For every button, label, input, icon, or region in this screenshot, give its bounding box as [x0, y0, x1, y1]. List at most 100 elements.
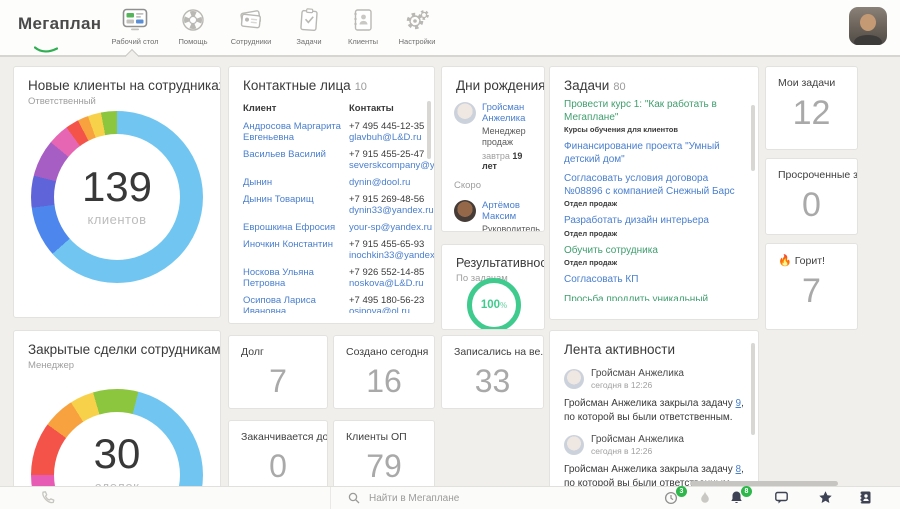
contact-email-link[interactable]: inochkin33@yandex...	[349, 250, 426, 261]
gears-icon	[390, 5, 444, 33]
task-link[interactable]: Финансирование проекта "Умный детский до…	[564, 141, 744, 166]
client-link[interactable]: Носкова Ульяна Петровна	[243, 267, 349, 289]
contact-email-link[interactable]: noskova@L&D.ru	[349, 278, 426, 289]
person-avatar[interactable]	[564, 369, 584, 389]
counter-burning-tasks[interactable]: 🔥Горит! 7	[765, 243, 858, 330]
contacts-table-header: Клиент Контакты	[229, 93, 434, 119]
task-item: Финансирование проекта "Умный детский до…	[564, 141, 744, 166]
counter-sales-dept-clients[interactable]: Клиенты ОП 79	[333, 420, 435, 494]
star-icon[interactable]	[818, 490, 834, 506]
nav-item-desktop[interactable]: Рабочий стол	[104, 5, 166, 46]
feed-item: Гройсман Анжелика сегодня в 12:26 Гройсм…	[564, 368, 744, 425]
column-client: Клиент	[243, 103, 349, 114]
user-avatar[interactable]	[849, 7, 887, 45]
task-item: Провести курс 1: "Как работать в Мегапла…	[564, 99, 744, 134]
nav-item-help[interactable]: Помощь	[166, 5, 220, 46]
contact-email-link[interactable]: dynin33@yandex.ru	[349, 205, 426, 216]
client-link[interactable]: Васильев Василий	[243, 149, 349, 171]
task-link[interactable]: Разработать дизайн интерьера	[564, 215, 744, 228]
counter-my-tasks[interactable]: Мои задачи 12	[765, 66, 858, 150]
activity-feed-widget: Лента активности Гройсман Анжелика сегод…	[549, 330, 759, 493]
widget-count: 80	[613, 81, 625, 93]
contact-email-link[interactable]: osipova@ol.ru	[349, 306, 426, 313]
bell-badge: 8	[741, 486, 752, 497]
counter-value: 33	[442, 363, 543, 400]
person-role: Менеджер продаж	[482, 126, 536, 147]
nav-item-tasks[interactable]: Задачи	[282, 5, 336, 46]
clock-badge: 3	[676, 486, 687, 497]
widget-title: Результативность	[442, 245, 544, 270]
global-search[interactable]	[348, 487, 591, 509]
nav-item-employees[interactable]: Сотрудники	[220, 5, 282, 46]
app-logo[interactable]: Мегаплан	[18, 14, 101, 34]
contact-phone: +7 915 455-25-47	[349, 149, 426, 160]
new-clients-donut-chart[interactable]	[31, 111, 203, 283]
counter-value: 16	[334, 363, 434, 400]
person-link[interactable]: Гройсман Анжелика	[482, 102, 536, 124]
counter-title: Просроченные за...	[766, 159, 857, 181]
counter-value: 79	[334, 448, 434, 485]
contact-row: Еврошкина Ефросия your-sp@yandex.ru	[243, 222, 426, 233]
counter-value: 7	[766, 272, 857, 311]
feed-person-name[interactable]: Гройсман Анжелика	[591, 434, 684, 445]
feed-person-name[interactable]: Гройсман Анжелика	[591, 368, 684, 379]
tasks-scrollbar[interactable]	[751, 105, 755, 171]
person-avatar[interactable]	[454, 200, 476, 222]
contact-email-link[interactable]: your-sp@yandex.ru	[349, 222, 426, 233]
contacts-book-icon[interactable]	[858, 490, 874, 506]
contact-phone: +7 495 445-12-35	[349, 121, 426, 132]
counter-expiring-contracts[interactable]: Заканчивается до... 0	[228, 420, 328, 494]
search-input[interactable]	[367, 492, 591, 505]
client-link[interactable]: Иночкин Константин	[243, 239, 349, 261]
performance-widget: Результативность По задачам 100%	[441, 244, 545, 330]
task-project: Отдел продаж	[564, 258, 744, 267]
feed-scrollbar[interactable]	[751, 343, 755, 435]
counter-title: Долг	[229, 336, 327, 358]
counter-overdue-tasks[interactable]: Просроченные за... 0	[765, 158, 858, 235]
phone-icon[interactable]	[40, 490, 55, 509]
contacts-scrollbar[interactable]	[427, 101, 431, 159]
birthdays-widget: Дни рождения Гройсман Анжелика Менеджер …	[441, 66, 545, 232]
client-link[interactable]: Осипова Лариса Ивановна	[243, 295, 349, 313]
horizontal-scrollbar[interactable]	[690, 481, 838, 486]
chat-icon[interactable]	[774, 490, 790, 506]
contact-row: Андросова Маргарита Евгеньевна +7 495 44…	[243, 121, 426, 143]
bell-icon[interactable]: 8	[729, 490, 745, 506]
task-item: Разработать дизайн интерьера Отдел прода…	[564, 215, 744, 238]
task-link[interactable]: Просьба продлить уникальный договор комп…	[564, 294, 744, 302]
task-link[interactable]: Согласовать КП	[564, 274, 744, 287]
person-link[interactable]: Артёмов Максим	[482, 200, 536, 222]
performance-ring-chart[interactable]: 100%	[467, 278, 521, 330]
contact-email-link[interactable]: severskcompany@y...	[349, 160, 426, 171]
counter-debt[interactable]: Долг 7	[228, 335, 328, 409]
task-item: Согласовать КП	[564, 274, 744, 287]
nav-item-clients[interactable]: Клиенты	[336, 5, 390, 46]
person-avatar[interactable]	[454, 102, 476, 124]
task-item: Обучить сотрудника Отдел продаж	[564, 245, 744, 268]
feed-time: сегодня в 12:26	[591, 380, 684, 390]
counter-webinar-signups[interactable]: Записались на ве... 33	[441, 335, 544, 409]
person-avatar[interactable]	[564, 435, 584, 455]
contacts-widget: Контактные лица10 Клиент Контакты Андрос…	[228, 66, 435, 324]
contact-email-link[interactable]: dynin@dool.ru	[349, 177, 426, 188]
client-link[interactable]: Дынин	[243, 177, 349, 188]
task-project: Отдел продаж	[564, 199, 744, 208]
logo-swoosh-icon	[34, 46, 58, 53]
task-link[interactable]: Провести курс 1: "Как работать в Мегапла…	[564, 99, 744, 124]
flame-icon[interactable]	[698, 490, 714, 506]
widget-title: Контактные лица	[243, 78, 351, 93]
history-clock-icon[interactable]: 3	[664, 490, 680, 506]
task-link[interactable]: Согласовать условия договора №08896 с ко…	[564, 173, 744, 198]
counter-created-today[interactable]: Создано сегодня 16	[333, 335, 435, 409]
feed-time: сегодня в 12:26	[591, 446, 684, 456]
new-clients-widget: Новые клиенты на сотрудниках компани... …	[13, 66, 221, 318]
client-link[interactable]: Андросова Маргарита Евгеньевна	[243, 121, 349, 143]
contact-email-link[interactable]: glavbuh@L&D.ru	[349, 132, 426, 143]
task-project: Курсы обучения для клиентов	[564, 125, 744, 134]
nav-item-settings[interactable]: Настройки	[390, 5, 444, 46]
client-link[interactable]: Дынин Товарищ	[243, 194, 349, 216]
contact-phone: +7 915 455-65-93	[349, 239, 426, 250]
task-link[interactable]: Обучить сотрудника	[564, 245, 744, 258]
birthday-item: Гройсман Анжелика Менеджер продаж завтра…	[442, 93, 544, 171]
client-link[interactable]: Еврошкина Ефросия	[243, 222, 349, 233]
